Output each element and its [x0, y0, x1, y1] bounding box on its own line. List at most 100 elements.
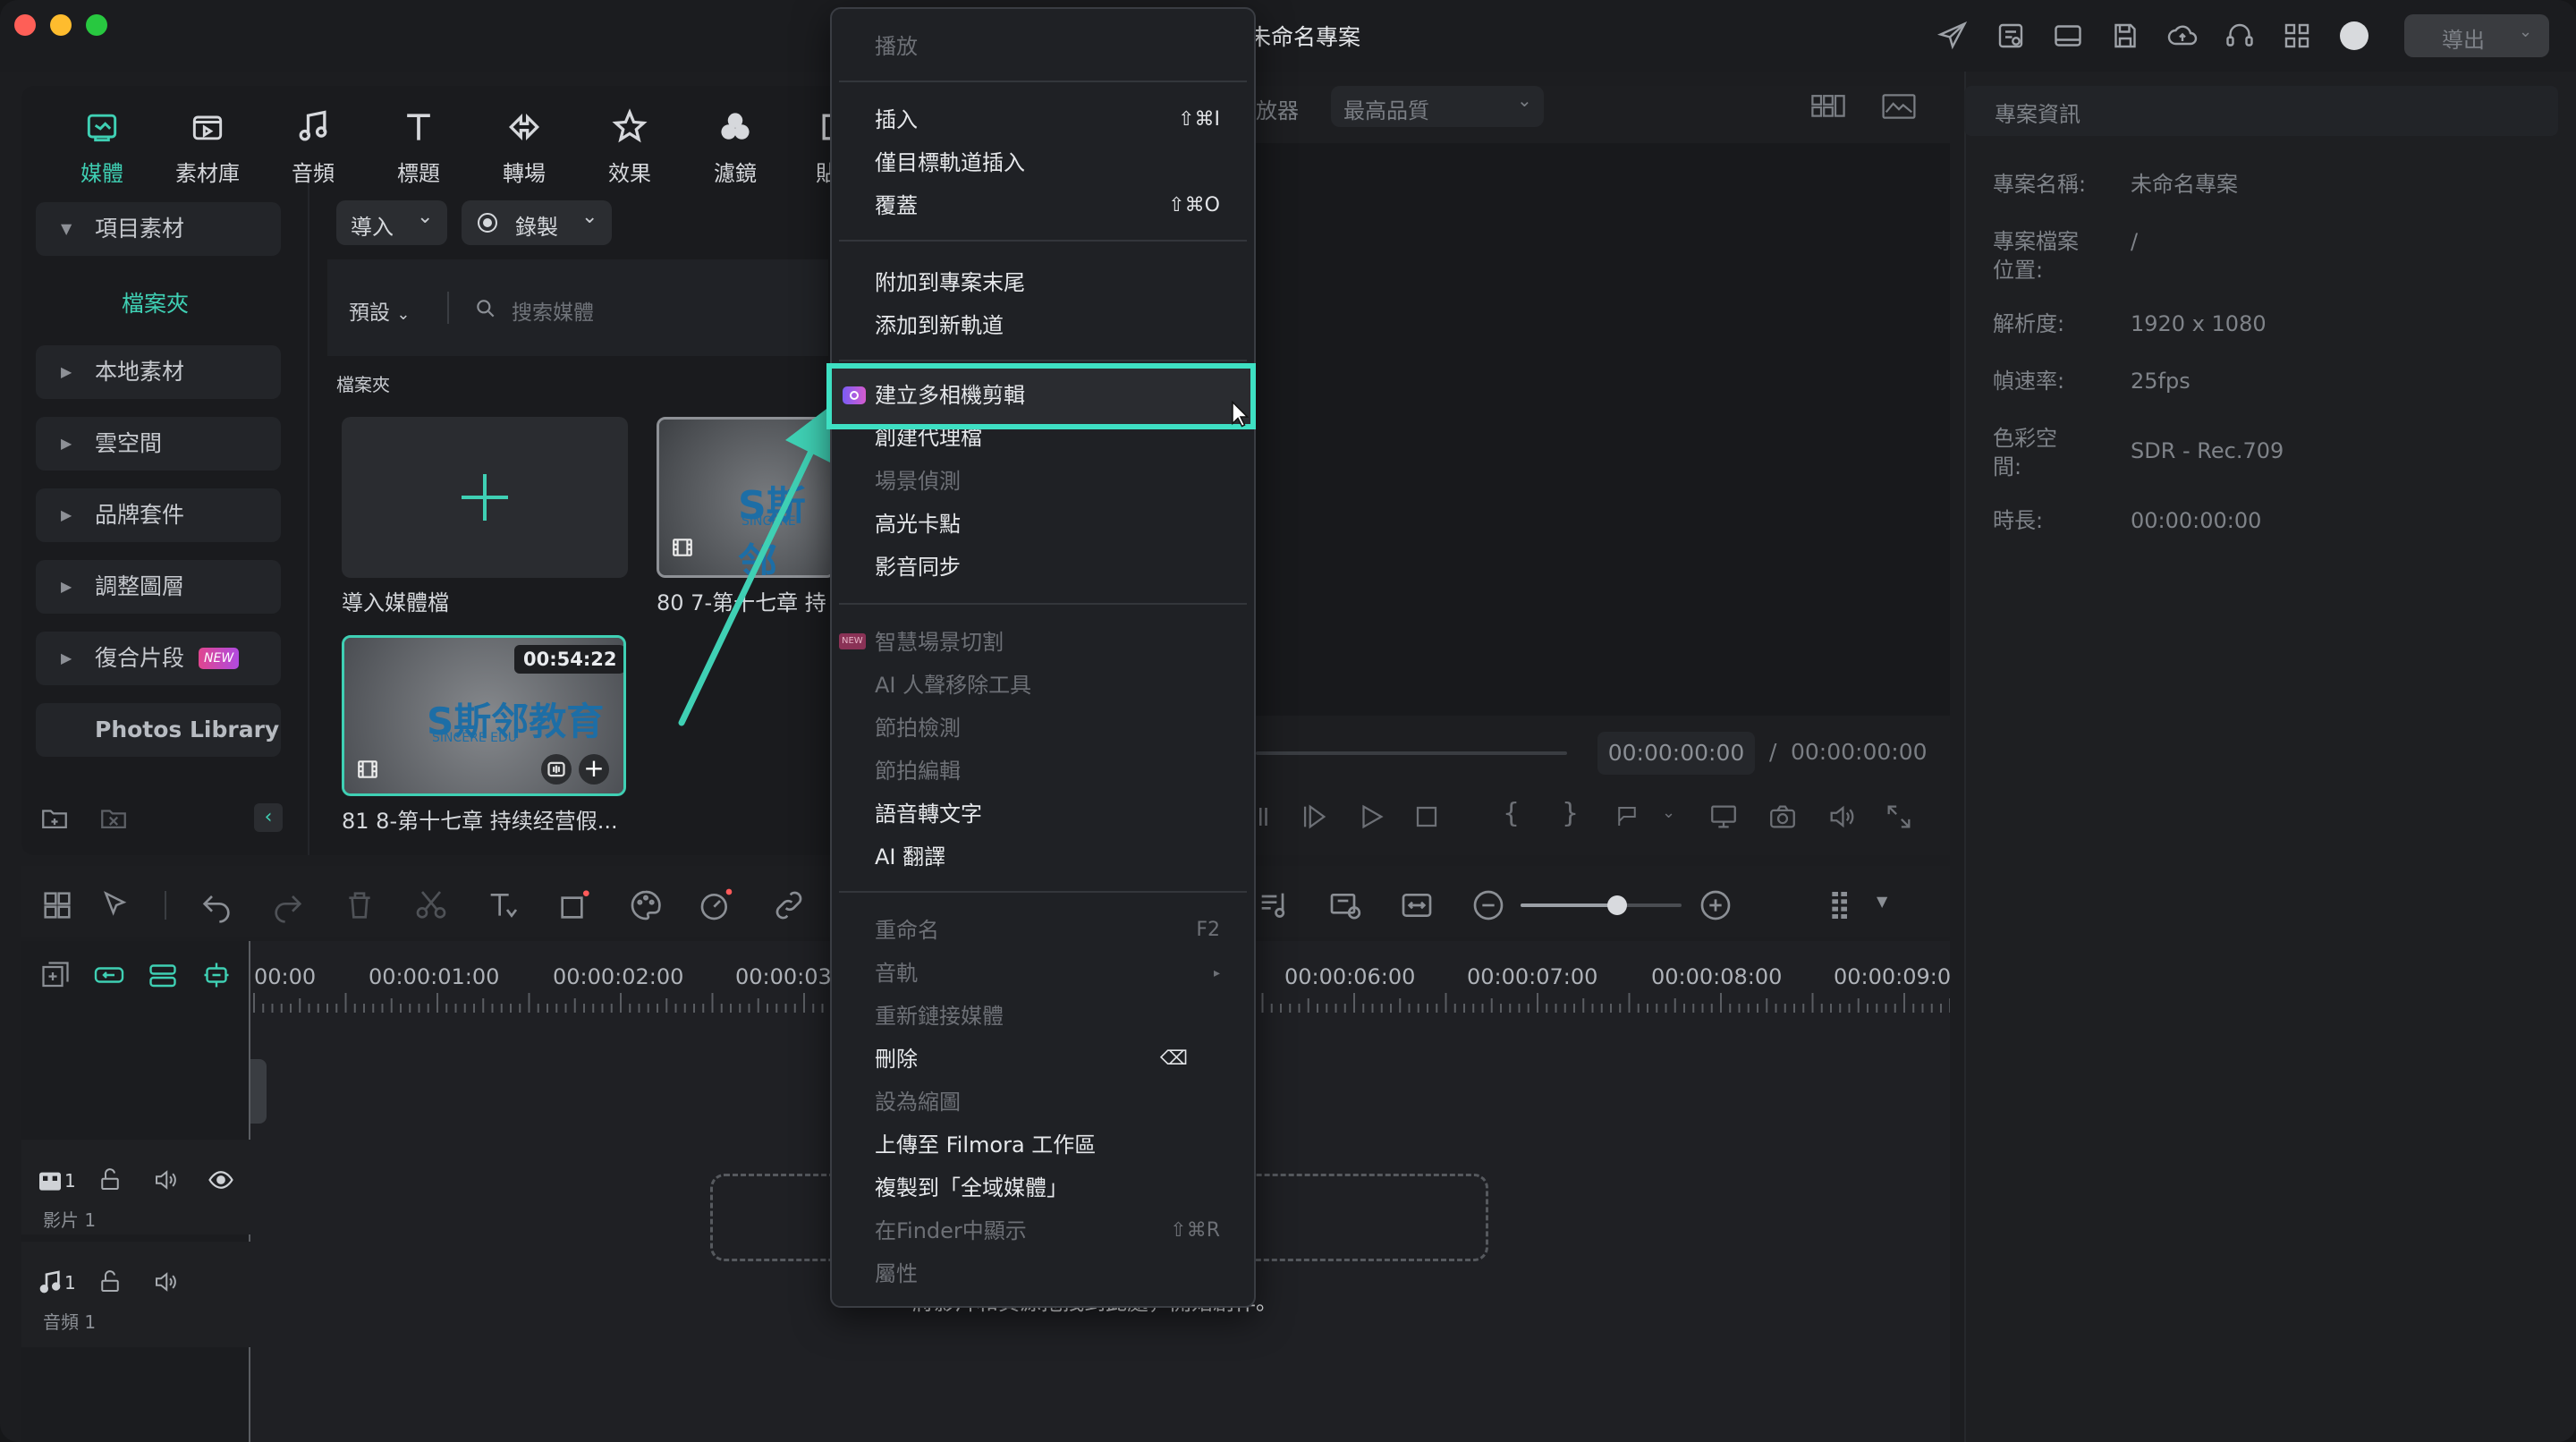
avatar[interactable]: [2340, 21, 2368, 50]
fullscreen-icon[interactable]: [1884, 802, 1914, 832]
tab-filters[interactable]: 濾鏡: [692, 100, 778, 187]
menu-item-upload-filmora-workspace[interactable]: 上傳至 Filmora 工作區: [875, 1124, 1096, 1166]
current-timecode[interactable]: 00:00:00:00: [1597, 732, 1755, 775]
sidebar-item-adjustment-layer[interactable]: ▶ 調整圖層: [36, 560, 281, 614]
chevron-down-icon[interactable]: ⌄: [1662, 803, 1675, 822]
minimize-window-button[interactable]: [50, 14, 72, 36]
sidebar-item-cloud[interactable]: ▶ 雲空間: [36, 417, 281, 471]
send-feedback-icon[interactable]: [1936, 20, 1969, 52]
layout-modules-icon[interactable]: [39, 887, 75, 923]
cloud-upload-icon[interactable]: [2166, 20, 2199, 52]
menu-item-av-sync[interactable]: 影音同步: [875, 546, 961, 589]
track-scroll-handle[interactable]: [250, 1059, 267, 1124]
menu-item-create-proxy[interactable]: 創建代理檔: [875, 429, 982, 454]
display-screen-icon[interactable]: [1708, 802, 1739, 832]
export-button[interactable]: 導出 ⌄: [2404, 14, 2549, 57]
zoom-slider[interactable]: [1521, 895, 1682, 915]
ai-speed-icon[interactable]: [698, 887, 733, 923]
delete-trash-icon[interactable]: [342, 887, 377, 923]
track-options-icon[interactable]: [1825, 887, 1860, 923]
menu-item-append-to-end[interactable]: 附加到專案末尾: [875, 261, 1025, 304]
quality-dropdown[interactable]: 最高品質 ⌄: [1331, 86, 1544, 127]
menu-item-set-thumbnail[interactable]: 設為縮圖: [875, 1081, 961, 1124]
mute-track-icon[interactable]: [152, 1268, 179, 1295]
record-dropdown[interactable]: 錄製 ⌄: [462, 200, 612, 245]
step-back-icon[interactable]: [1256, 803, 1272, 830]
snap-tracks-icon[interactable]: [147, 959, 179, 991]
menu-item-audio-track[interactable]: 音軌: [875, 952, 918, 995]
menu-item-scene-detection[interactable]: 場景偵測: [875, 460, 961, 503]
close-window-button[interactable]: [14, 14, 36, 36]
menu-item-create-multicam[interactable]: 建立多相機剪輯: [875, 374, 1025, 417]
marker-icon[interactable]: [1614, 803, 1640, 830]
lock-track-icon[interactable]: [97, 1268, 123, 1295]
menu-item-copy-to-global-media[interactable]: 複製到「全域媒體」: [875, 1166, 1068, 1209]
sidebar-item-brand-kit[interactable]: ▶ 品牌套件: [36, 488, 281, 542]
audio-clip-icon[interactable]: [541, 754, 572, 785]
collapse-sidebar-button[interactable]: ‹: [254, 803, 283, 832]
link-clips-icon[interactable]: [93, 959, 125, 991]
project-templates-icon[interactable]: [1995, 20, 2027, 52]
menu-item-beat-edit[interactable]: 節拍編輯: [875, 750, 961, 793]
audio-beat-icon[interactable]: [1256, 887, 1292, 923]
stop-icon[interactable]: [1413, 803, 1440, 830]
tab-audio[interactable]: 音頻: [270, 100, 356, 187]
dropdown-triangle-icon[interactable]: ▼: [1877, 893, 1887, 910]
sidebar-item-compound-clip[interactable]: ▶ 復合片段 NEW: [36, 632, 281, 685]
scene-mark-icon[interactable]: [1327, 887, 1363, 923]
new-folder-icon[interactable]: [39, 803, 70, 834]
import-media-tile[interactable]: [342, 417, 628, 578]
mark-in-icon[interactable]: {: [1503, 798, 1520, 829]
lock-track-icon[interactable]: [97, 1166, 123, 1193]
tab-media[interactable]: 媒體: [59, 100, 145, 187]
menu-item-ai-translate[interactable]: AI 翻譯: [875, 836, 945, 878]
sidebar-item-folder[interactable]: 檔案夾: [122, 286, 189, 318]
playback-scrubber[interactable]: [1256, 751, 1567, 755]
camera-snapshot-icon[interactable]: [1767, 802, 1798, 832]
menu-item-beat-detection[interactable]: 節拍檢測: [875, 707, 961, 750]
menu-item-highlight-beats[interactable]: 高光卡點: [875, 503, 961, 546]
tab-transitions[interactable]: 轉場: [481, 100, 567, 187]
zoom-slider-handle[interactable]: [1607, 895, 1627, 915]
menu-item-play[interactable]: 播放: [875, 25, 918, 68]
menu-item-properties[interactable]: 屬性: [875, 1252, 918, 1295]
sidebar-item-local-media[interactable]: ▶ 本地素材: [36, 345, 281, 399]
save-icon[interactable]: [2109, 20, 2141, 52]
play-next-frame-icon[interactable]: [1299, 802, 1329, 832]
select-pointer-icon[interactable]: [98, 887, 134, 923]
menu-item-smart-scene-cut[interactable]: 智慧場景切割: [875, 621, 1004, 664]
split-scissors-icon[interactable]: [413, 887, 449, 923]
crop-icon[interactable]: [556, 887, 592, 923]
volume-icon[interactable]: [1826, 802, 1857, 832]
tab-effects[interactable]: 效果: [587, 100, 673, 187]
remove-folder-icon[interactable]: [98, 803, 129, 834]
menu-item-ai-vocal-remover[interactable]: AI 人聲移除工具: [875, 664, 1031, 707]
sidebar-item-photos-library[interactable]: Photos Library: [36, 703, 281, 757]
media-thumbnail-selected[interactable]: S斯邻教育 SINCERE EDU 00:54:22 +: [342, 635, 626, 796]
add-track-icon[interactable]: [39, 959, 72, 991]
undo-icon[interactable]: [199, 887, 234, 923]
layout-icon[interactable]: [2052, 20, 2084, 52]
import-dropdown[interactable]: 導入 ⌄: [336, 200, 447, 245]
menu-item-speech-to-text[interactable]: 語音轉文字: [875, 793, 982, 836]
menu-item-rename[interactable]: 重命名: [875, 909, 939, 952]
menu-item-delete[interactable]: 刪除: [875, 1038, 918, 1081]
mark-out-icon[interactable]: }: [1562, 798, 1579, 829]
tab-titles[interactable]: 標題: [376, 100, 462, 187]
mute-track-icon[interactable]: [152, 1166, 179, 1193]
fit-timeline-icon[interactable]: [1399, 887, 1435, 923]
magnet-icon[interactable]: [200, 959, 233, 991]
menu-item-insert[interactable]: 插入: [875, 98, 918, 141]
support-headset-icon[interactable]: [2224, 20, 2256, 52]
detach-link-icon[interactable]: [771, 887, 807, 923]
tab-stock[interactable]: 素材庫: [165, 100, 250, 187]
grid-view-icon[interactable]: [1810, 93, 1846, 122]
menu-item-add-to-new-track[interactable]: 添加到新軌道: [875, 304, 1004, 347]
zoom-out-icon[interactable]: [1470, 887, 1506, 923]
text-title-icon[interactable]: [485, 887, 521, 923]
menu-item-insert-target-track[interactable]: 僅目標軌道插入: [875, 141, 1025, 184]
add-to-timeline-button[interactable]: +: [579, 754, 609, 785]
apps-grid-icon[interactable]: [2281, 20, 2313, 52]
zoom-in-icon[interactable]: [1698, 887, 1733, 923]
zoom-window-button[interactable]: [86, 14, 107, 36]
